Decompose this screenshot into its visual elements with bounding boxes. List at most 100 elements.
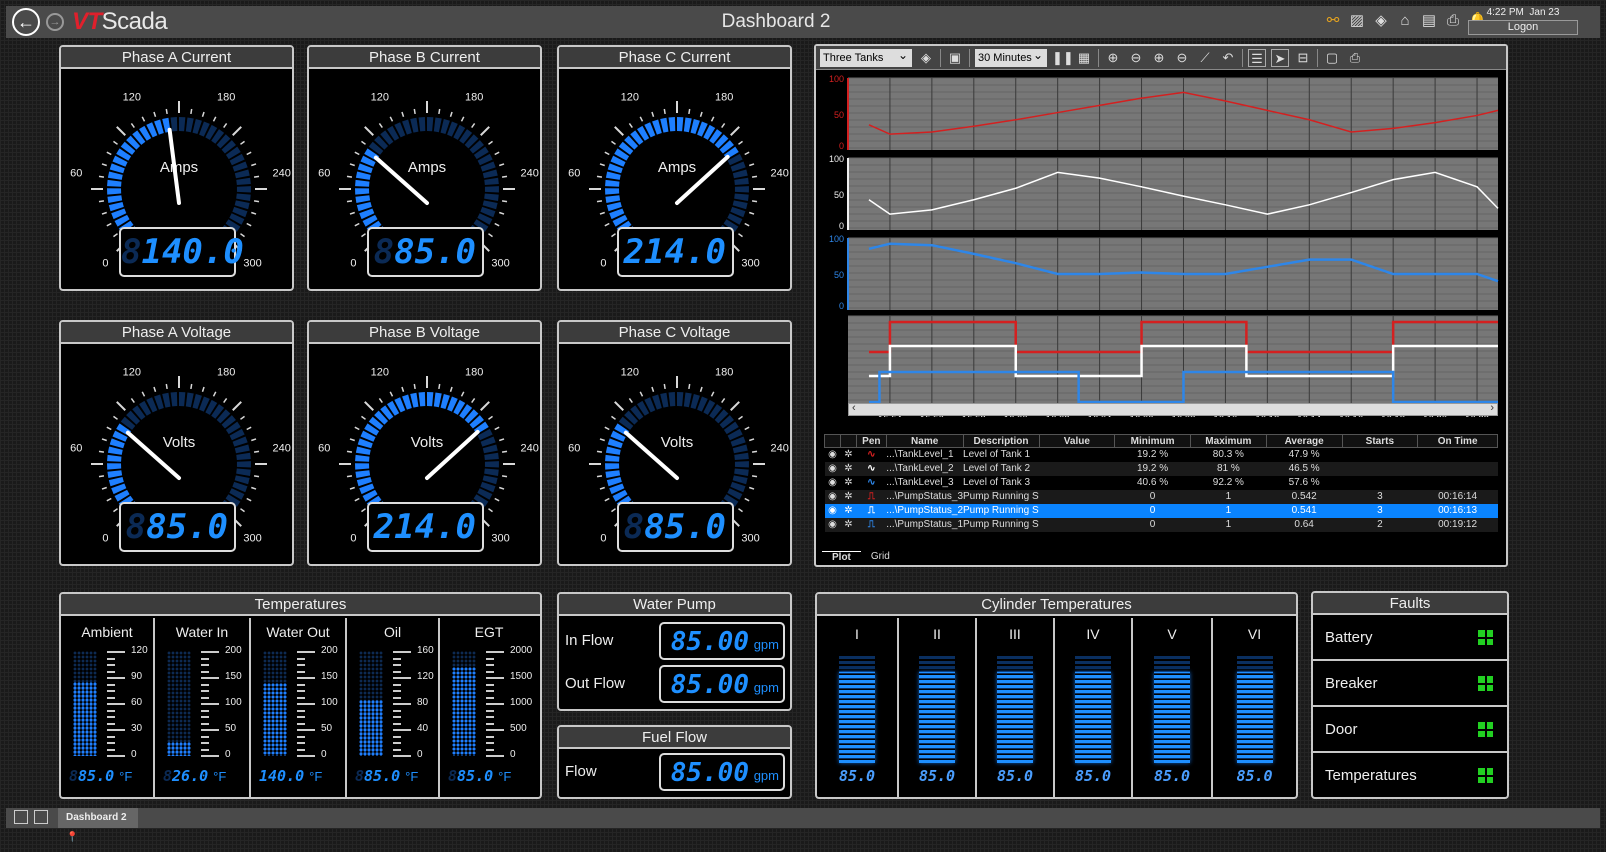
select-pointer-icon[interactable]: ➤ [1271,48,1289,67]
scale-tick [107,709,115,712]
cell-desc: Level of Tank 1 [963,449,1031,461]
scale-tick [486,657,494,660]
visibility-eye-icon[interactable]: ◉ [824,489,841,504]
column-header[interactable] [839,434,857,448]
y-axis-label: 100 [829,154,844,164]
scroll-left-icon[interactable]: ‹ [852,402,856,414]
column-header[interactable]: Starts [1341,434,1419,448]
scale-tick [201,709,209,712]
visibility-eye-icon[interactable]: ◉ [824,517,841,532]
print-icon[interactable]: ⎙ [1346,49,1364,67]
gauge-segment [355,171,371,180]
tab-grid[interactable]: Grid [861,551,900,563]
readout-value: 85.0 [394,232,476,272]
tag-add-icon[interactable]: ◈ [917,49,935,67]
gauge-tick [223,123,228,128]
save-icon[interactable]: ▣ [946,49,964,67]
zoom-out-icon[interactable]: ⊖ [1127,49,1145,67]
pause-icon[interactable]: ❚❚ [1052,49,1074,67]
calendar-icon[interactable]: ▦ [1075,49,1093,67]
pen-settings-icon[interactable]: ✲ [840,489,857,504]
table-row[interactable]: ◉ ✲ ⎍ ...\PumpStatus_3 Pump Running Sta 0 1 0.5… [824,489,1498,504]
pen-settings-icon[interactable]: ✲ [840,503,857,518]
tab-plot[interactable]: Plot [822,551,861,563]
gauge-digital-readout: 885.0 [119,502,236,552]
add-note-icon[interactable]: ▢ [1323,49,1341,67]
column-header[interactable]: Name [885,434,964,448]
stacked-view-icon[interactable]: ☰ [1248,48,1266,67]
print-icon[interactable]: ⎙ [1444,12,1462,30]
pen-settings-icon[interactable]: ✲ [840,476,856,490]
unit-label: °F [498,769,512,784]
panel-title: Cylinder Temperatures [817,594,1296,616]
column-header[interactable]: Maximum [1189,434,1267,448]
table-row[interactable]: ◉ ✲ ⎍ ...\PumpStatus_1 Pump Running Sta 0 1 0.6… [824,517,1498,532]
temperature-bar [73,651,97,756]
gauge-tick [153,386,157,392]
gauge-panel: Phase C Voltage 0 60 120 180 240 300 Volts 885.0 [557,320,792,566]
scroll-right-icon[interactable]: › [1490,402,1494,414]
pen-settings-icon[interactable]: ✲ [840,517,857,532]
pen-settings-icon[interactable]: ✲ [840,461,857,476]
table-row[interactable]: ◉ ✲ ⎍ ...\PumpStatus_2 Pump Running Sta 0 1 0.5… [824,503,1498,518]
column-header[interactable]: Minimum [1114,434,1191,448]
visibility-eye-icon[interactable]: ◉ [824,461,841,476]
scale-tick [201,735,209,738]
scale-label: 150 [225,671,242,682]
home-settings-icon[interactable]: ⌂ [1396,12,1414,30]
link-icon[interactable]: ⚯ [1324,12,1342,30]
pen-settings-icon[interactable]: ✲ [840,448,856,462]
unlock-icon[interactable]: ⊟ [1294,49,1312,67]
table-row[interactable]: ◉ ✲ ∿ ...\TankLevel_1 Level of Tank 1 19.2 % 8… [825,448,1498,462]
title-bar: ← → VTScada Dashboard 2 ⚯ ▨ ◈ ⌂ ▤ ⎙ 🔔 4:… [6,6,1600,38]
cylinder-label: II [933,626,941,642]
faults-panel: Faults Battery Breaker Door Temperatures [1311,591,1509,799]
column-header[interactable]: Average [1265,434,1343,448]
zoom-time-out-icon[interactable]: ⊖ [1173,49,1191,67]
logon-button[interactable]: Logon [1468,20,1578,35]
column-header[interactable]: On Time [1417,434,1498,448]
zoom-time-in-icon[interactable]: ⊕ [1150,49,1168,67]
gauge-tick-label: 180 [465,366,483,378]
undo-zoom-icon[interactable]: ↶ [1219,49,1237,67]
page-list-icon[interactable] [14,810,28,824]
zoom-fit-icon[interactable]: ⟋ [1196,49,1214,67]
column-header[interactable]: Description [962,434,1040,448]
column-header[interactable]: Pen [855,434,887,448]
gauge-segment [355,463,370,470]
column-header[interactable] [824,434,841,448]
page-tab-dashboard-2[interactable]: Dashboard 2 📍 [58,808,138,843]
gauge-segment [107,463,122,470]
scale-tick [107,690,115,692]
trend-plot[interactable]: 10050010050010050015:5415:5615:5816:0016… [816,72,1506,417]
visibility-eye-icon[interactable]: ◉ [825,476,841,490]
gauge-tick [501,475,508,478]
visibility-eye-icon[interactable]: ◉ [824,503,841,518]
plot-band [848,78,1498,150]
scale-tick [486,755,504,757]
gauge-tick [501,200,508,203]
gauge-segment [107,454,122,462]
status-led [1478,722,1485,729]
readout-value: 214.0 [623,232,726,272]
visibility-eye-icon[interactable]: ◉ [825,448,841,462]
zoom-in-icon[interactable]: ⊕ [1104,49,1122,67]
scale-label: 50 [321,723,333,734]
gauge-tick [499,163,505,167]
tile-view-icon[interactable] [34,810,48,824]
cell-avg: 46.5 % [1266,461,1343,476]
pen-group-select[interactable]: Three Tanks [820,46,912,67]
temperature-bar-fill [73,681,97,756]
report-add-icon[interactable]: ▤ [1420,12,1438,30]
time-scrollbar[interactable]: ‹ › [848,402,1498,416]
table-row[interactable]: ◉ ✲ ∿ ...\TankLevel_2 Level of Tank 2 19.2 % 8… [824,461,1498,476]
gauge-segment [185,117,194,133]
column-header[interactable]: Value [1038,434,1116,448]
tag-icon[interactable]: ◈ [1372,12,1390,30]
image-edit-icon[interactable]: ▨ [1348,12,1366,30]
gauge-segment [179,117,186,132]
table-row[interactable]: ◉ ✲ ∿ ...\TankLevel_3 Level of Tank 3 40.6 % 9… [825,476,1498,490]
scale-tick [486,709,494,712]
cylinder-label: IV [1086,626,1100,642]
time-span-select[interactable]: 30 Minutes [975,46,1047,67]
